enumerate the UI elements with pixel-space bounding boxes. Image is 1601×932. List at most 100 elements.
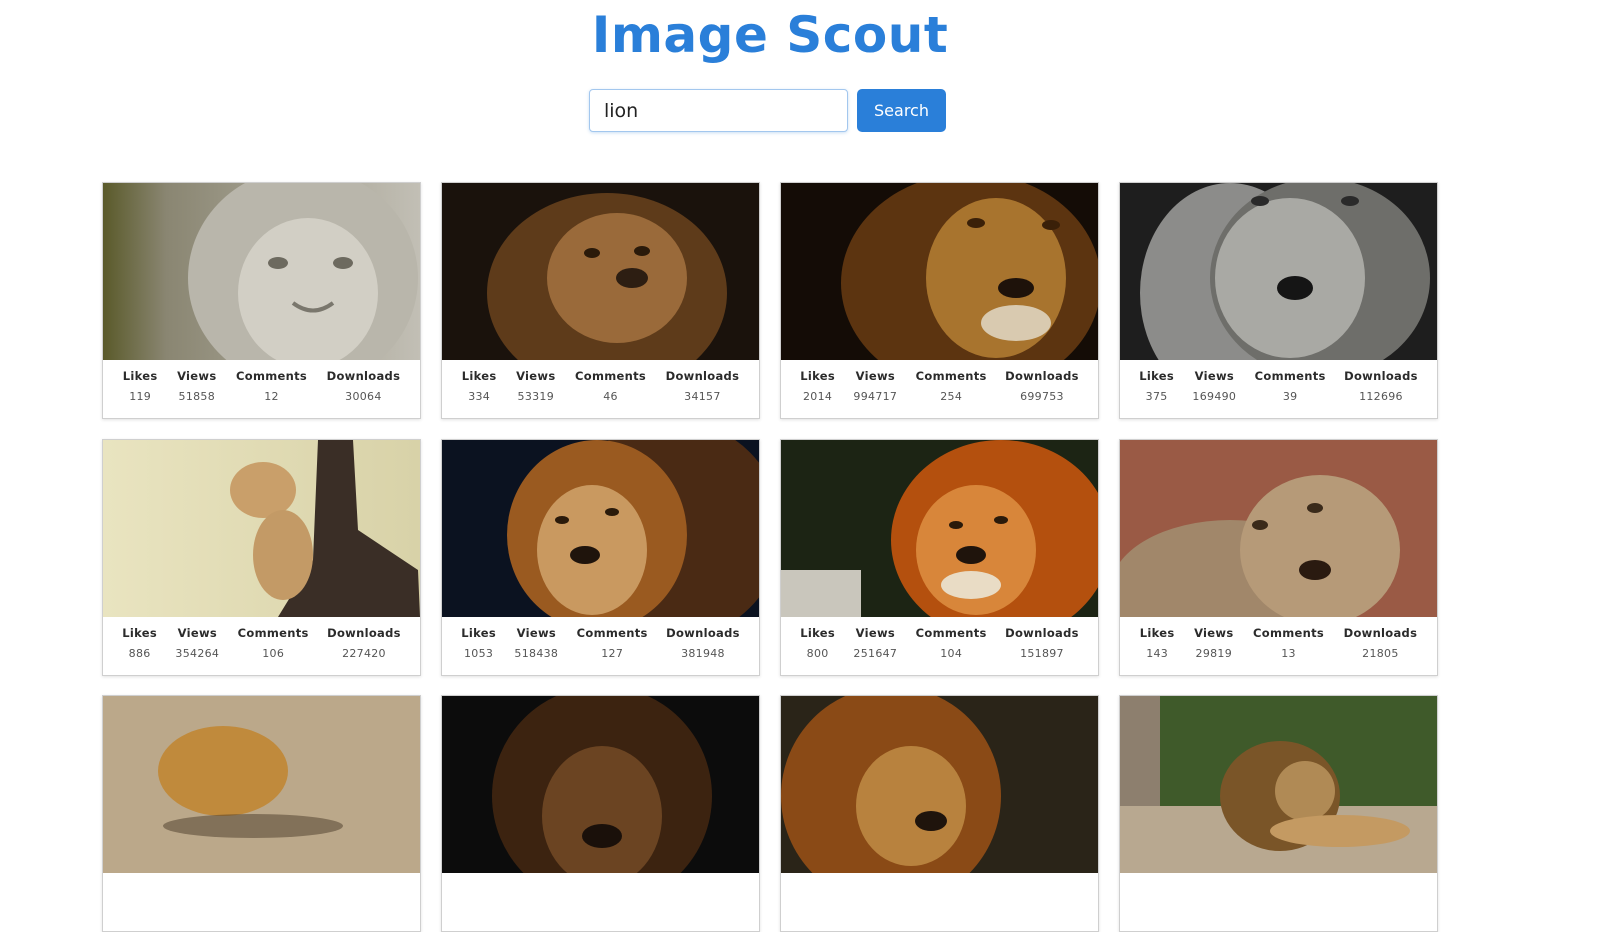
downloads-value: 151897	[1020, 647, 1064, 660]
card-stats: Likes 886 Views 354264 Comments 106 Downloa…	[103, 626, 420, 660]
downloads-label: Downloads	[1005, 369, 1079, 383]
downloads-value: 112696	[1359, 390, 1403, 403]
lion-portrait-image[interactable]	[781, 183, 1098, 360]
views-label: Views	[516, 626, 557, 640]
image-card[interactable]	[1119, 695, 1438, 932]
views-label: Views	[177, 369, 217, 383]
downloads-value: 30064	[345, 390, 382, 403]
likes-value: 334	[468, 390, 491, 403]
lion-orange-mane-image[interactable]	[781, 440, 1098, 617]
likes-value: 1053	[464, 647, 494, 660]
downloads-value: 381948	[681, 647, 725, 660]
comments-label: Comments	[237, 626, 309, 640]
comments-label: Comments	[576, 626, 648, 640]
views-label: Views	[177, 626, 218, 640]
views-label: Views	[855, 369, 896, 383]
views-value: 53319	[517, 390, 555, 403]
likes-label: Likes	[1139, 369, 1174, 383]
comments-value: 46	[603, 390, 618, 403]
card-stats: Likes 334 Views 53319 Comments 46 Downloads…	[442, 369, 759, 403]
views-value: 29819	[1195, 647, 1233, 660]
downloads-label: Downloads	[1344, 369, 1418, 383]
image-card[interactable]: Likes 886 Views 354264 Comments 106 Downloa…	[102, 439, 421, 676]
comments-value: 12	[264, 390, 279, 403]
likes-value: 800	[806, 647, 829, 660]
views-value: 518438	[514, 647, 559, 660]
downloads-label: Downloads	[1005, 626, 1079, 640]
views-value: 354264	[175, 647, 220, 660]
likes-label: Likes	[800, 369, 835, 383]
downloads-label: Downloads	[665, 369, 740, 383]
views-label: Views	[1194, 626, 1234, 640]
lion-statue-image[interactable]	[103, 183, 420, 360]
downloads-value: 699753	[1020, 390, 1064, 403]
likes-value: 375	[1145, 390, 1168, 403]
comments-value: 13	[1281, 647, 1296, 660]
image-card[interactable]	[102, 695, 421, 932]
downloads-label: Downloads	[1343, 626, 1418, 640]
comments-label: Comments	[915, 369, 987, 383]
lion-resting-image[interactable]	[1120, 696, 1437, 873]
lion-cub-walking-image[interactable]	[103, 696, 420, 873]
lion-grayscale-image[interactable]	[1120, 183, 1437, 360]
downloads-label: Downloads	[327, 626, 401, 640]
lion-looking-up-image[interactable]	[442, 183, 759, 360]
downloads-value: 227420	[342, 647, 386, 660]
likes-value: 2014	[803, 390, 833, 403]
likes-label: Likes	[122, 626, 157, 640]
likes-value: 119	[129, 390, 152, 403]
downloads-label: Downloads	[666, 626, 740, 640]
image-card[interactable]: Likes 800 Views 251647 Comments 104 Downloa…	[780, 439, 1099, 676]
image-card[interactable]: Likes 119 Views 51858 Comments 12 Downloads…	[102, 182, 421, 419]
comments-value: 39	[1282, 390, 1298, 403]
card-stats: Likes 119 Views 51858 Comments 12 Downloads…	[103, 369, 420, 403]
image-card[interactable]: Likes 143 Views 29819 Comments 13 Downloads…	[1119, 439, 1438, 676]
likes-label: Likes	[1139, 626, 1175, 640]
image-card[interactable]: Likes 334 Views 53319 Comments 46 Downloads…	[441, 182, 760, 419]
likes-label: Likes	[461, 626, 496, 640]
lion-cub-tree-image[interactable]	[103, 440, 420, 617]
views-value: 994717	[853, 390, 898, 403]
lion-forest-image[interactable]	[781, 696, 1098, 873]
views-label: Views	[855, 626, 896, 640]
comments-label: Comments	[915, 626, 987, 640]
comments-label: Comments	[236, 369, 308, 383]
image-card[interactable]: Likes 1053 Views 518438 Comments 127 Downlo…	[441, 439, 760, 676]
likes-label: Likes	[122, 369, 158, 383]
views-value: 51858	[178, 390, 216, 403]
comments-value: 254	[940, 390, 963, 403]
comments-label: Comments	[1254, 369, 1326, 383]
image-card[interactable]: Likes 375 Views 169490 Comments 39 Download…	[1119, 182, 1438, 419]
image-card[interactable]	[780, 695, 1099, 932]
lioness-image[interactable]	[1120, 440, 1437, 617]
likes-value: 886	[128, 647, 151, 660]
comments-value: 127	[601, 647, 624, 660]
comments-label: Comments	[575, 369, 647, 383]
comments-value: 106	[262, 647, 285, 660]
card-stats: Likes 800 Views 251647 Comments 104 Downloa…	[781, 626, 1098, 660]
card-stats: Likes 1053 Views 518438 Comments 127 Downlo…	[442, 626, 759, 660]
image-card[interactable]	[441, 695, 760, 932]
downloads-value: 34157	[684, 390, 721, 403]
comments-label: Comments	[1253, 626, 1325, 640]
downloads-value: 21805	[1362, 647, 1399, 660]
likes-value: 143	[1146, 647, 1169, 660]
comments-value: 104	[940, 647, 963, 660]
likes-label: Likes	[461, 369, 497, 383]
views-label: Views	[516, 369, 556, 383]
page-title: Image Scout	[591, 6, 949, 64]
views-value: 169490	[1192, 390, 1237, 403]
views-value: 251647	[853, 647, 898, 660]
search-button[interactable]: Search	[857, 89, 946, 132]
search-form: Search	[589, 89, 949, 133]
card-stats: Likes 375 Views 169490 Comments 39 Download…	[1120, 369, 1437, 403]
lion-mane-image[interactable]	[442, 440, 759, 617]
downloads-label: Downloads	[326, 369, 401, 383]
views-label: Views	[1194, 369, 1235, 383]
likes-label: Likes	[800, 626, 835, 640]
card-stats: Likes 2014 Views 994717 Comments 254 Downlo…	[781, 369, 1098, 403]
search-input[interactable]	[589, 89, 848, 132]
image-card[interactable]: Likes 2014 Views 994717 Comments 254 Downlo…	[780, 182, 1099, 419]
lion-dark-mane-image[interactable]	[442, 696, 759, 873]
card-stats: Likes 143 Views 29819 Comments 13 Downloads…	[1120, 626, 1437, 660]
